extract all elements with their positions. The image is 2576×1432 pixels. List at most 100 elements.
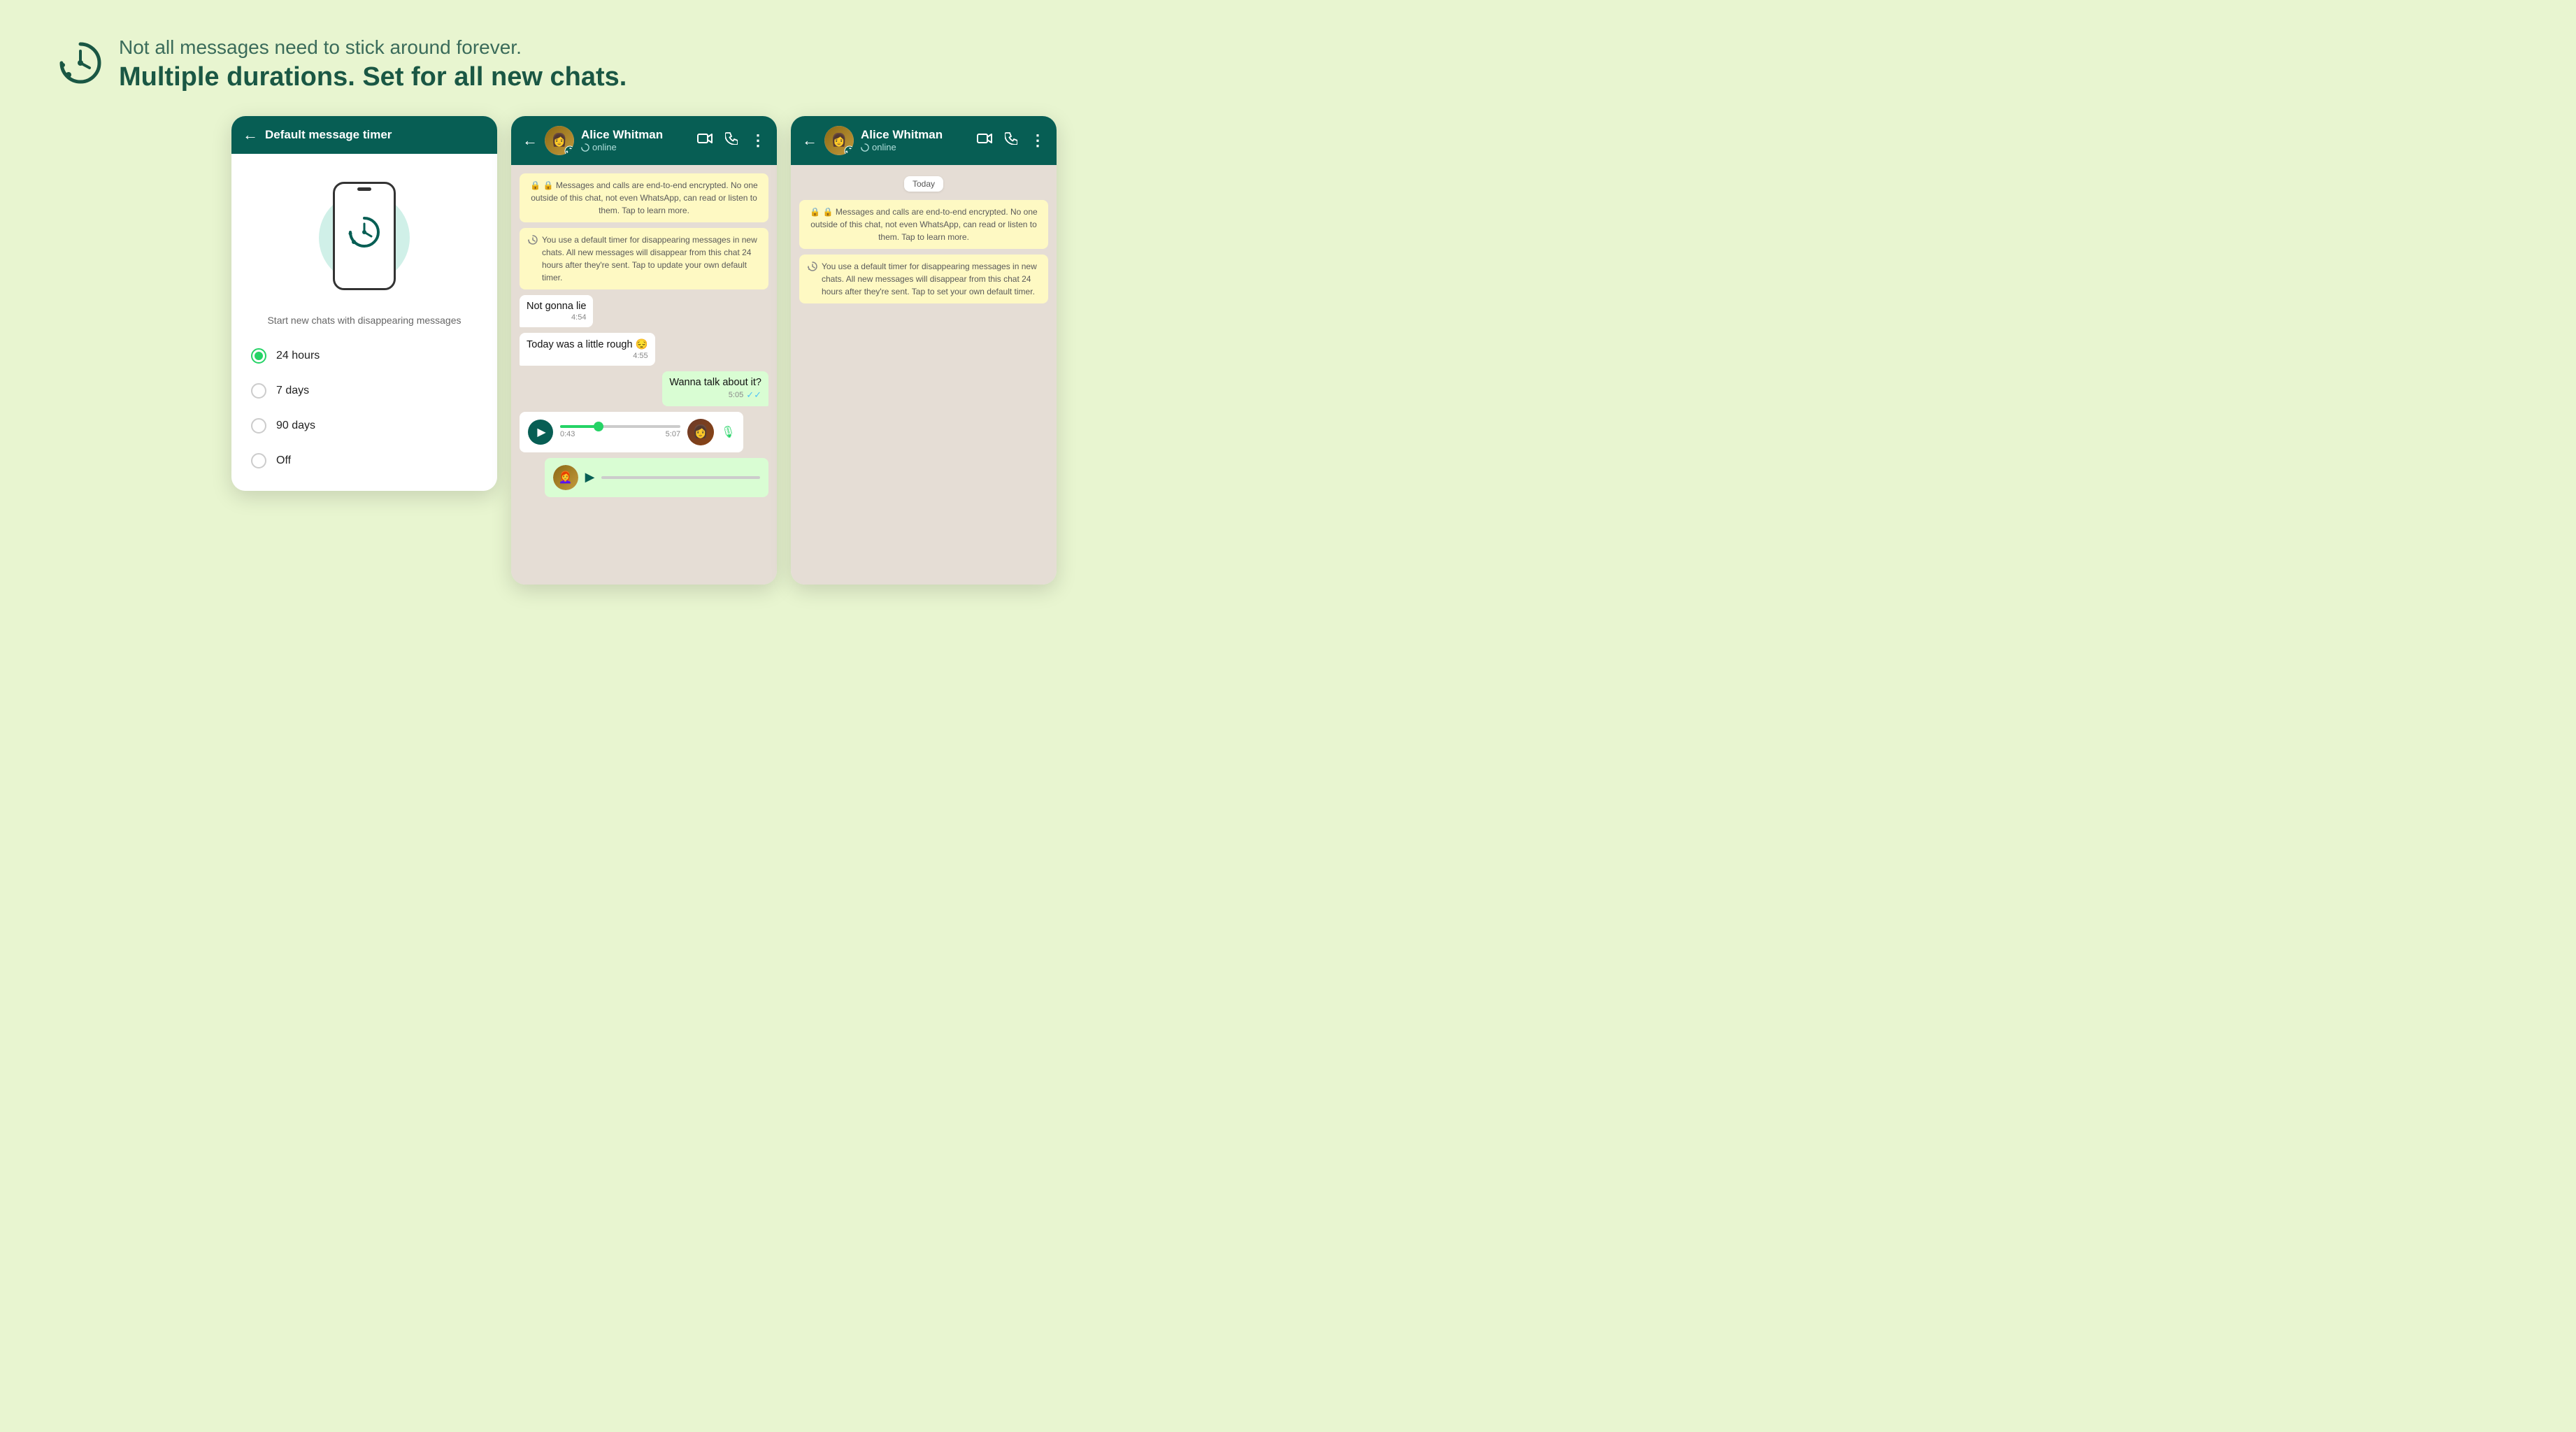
chat2-status-text: online [592, 142, 617, 152]
voice-progress-bar-2[interactable] [601, 476, 760, 479]
radio-24h[interactable] [251, 348, 266, 364]
label-off: Off [276, 454, 291, 467]
phone-notch [357, 187, 371, 191]
play-icon-1: ▶ [537, 425, 545, 439]
chat3-contact-status: online [861, 142, 970, 152]
chat-panel3-header: ← 👩 Alice Whitman on [791, 116, 1057, 165]
msg-today-rough: Today was a little rough 😔 4:55 [520, 333, 768, 366]
video-call-icon-3[interactable] [977, 132, 992, 148]
encrypted-notice-2: 🔒 🔒 Messages and calls are end-to-end en… [520, 173, 768, 222]
timer-notice-text-2: You use a default timer for disappearing… [542, 234, 760, 284]
bubble-time-1: 4:54 [571, 313, 586, 322]
bubble-time-2: 4:55 [633, 352, 647, 360]
chat3-status-text: online [872, 142, 896, 152]
radio-off[interactable] [251, 453, 266, 468]
voice-progress-bar-1[interactable] [560, 425, 680, 428]
chat3-body: Today 🔒 🔒 Messages and calls are end-to-… [791, 165, 1057, 585]
bubble-received-1: Not gonna lie 4:54 [520, 295, 593, 327]
option-off[interactable]: Off [245, 445, 483, 477]
encrypted-notice-3: 🔒 🔒 Messages and calls are end-to-end en… [799, 200, 1048, 249]
timer-notice-text-3: You use a default timer for disappearing… [822, 260, 1040, 298]
bubble-sent-1: Wanna talk about it? 5:05 ✓✓ [662, 371, 768, 406]
chat2-action-icons: ⋮ [697, 131, 766, 150]
radio-inner-24h [255, 352, 263, 360]
option-24h[interactable]: 24 hours [245, 340, 483, 372]
timer-panel-title: Default message timer [265, 128, 392, 142]
bubble-meta-3: 5:05 ✓✓ [669, 389, 761, 401]
header-subtitle: Not all messages need to stick around fo… [119, 35, 627, 60]
alice-voice-avatar-1: 👩 [687, 419, 714, 445]
timer-settings-panel: ← Default message timer [231, 116, 497, 491]
lock-icon-2: 🔒 [530, 180, 541, 190]
voice-message-1: ▶ 0:43 5:07 👩 [520, 412, 743, 452]
timer-notice-2: You use a default timer for disappearing… [520, 228, 768, 289]
lock-icon-3: 🔒 [810, 207, 820, 217]
disappearing-messages-icon [56, 38, 105, 87]
chat3-contact-name: Alice Whitman [861, 128, 970, 142]
voice-msg-row-2: 👩‍🦰 ▶ [520, 458, 768, 497]
option-90days[interactable]: 90 days [245, 410, 483, 442]
phone-frame [333, 182, 396, 290]
chat-panel-active: ← 👩 Alice Whitman [511, 116, 777, 585]
today-label: Today [904, 176, 943, 192]
duration-options: 24 hours 7 days 90 days Off [245, 340, 483, 477]
bubble-received-2: Today was a little rough 😔 4:55 [520, 333, 655, 366]
play-icon-2[interactable]: ▶ [585, 470, 595, 485]
voice-msg-row-1: ▶ 0:43 5:07 👩 [520, 412, 768, 452]
alice-avatar-panel3[interactable]: 👩 [824, 126, 854, 155]
label-24h: 24 hours [276, 350, 320, 362]
more-options-icon[interactable]: ⋮ [750, 131, 766, 150]
phone-screen-icon [348, 215, 381, 256]
bubble-text-2: Today was a little rough 😔 [527, 339, 648, 350]
mic-icon-1: 🎙 [721, 425, 735, 439]
back-button[interactable]: ← [243, 126, 258, 144]
bubble-meta-1: 4:54 [527, 313, 586, 322]
voice-total-1: 5:07 [666, 430, 680, 438]
msg-wanna-talk: Wanna talk about it? 5:05 ✓✓ [520, 371, 768, 406]
more-options-icon-3[interactable]: ⋮ [1030, 131, 1045, 150]
voice-times-1: 0:43 5:07 [560, 430, 680, 438]
bubble-time-3: 5:05 [729, 391, 743, 399]
alice-avatar-voice: 👩 [687, 419, 714, 445]
phone-call-icon[interactable] [725, 132, 738, 149]
voice-message-2: 👩‍🦰 ▶ [545, 458, 768, 497]
msg-not-gonna-lie: Not gonna lie 4:54 [520, 295, 768, 327]
phone-call-icon-3[interactable] [1005, 132, 1017, 149]
option-7days[interactable]: 7 days [245, 375, 483, 407]
label-7days: 7 days [276, 385, 309, 397]
chat2-back-button[interactable]: ← [522, 131, 538, 150]
voice-waveform-1: 0:43 5:07 [560, 425, 680, 438]
today-date-badge: Today [799, 176, 1048, 192]
alice-avatar-panel2[interactable]: 👩 [545, 126, 574, 155]
chat2-contact-name: Alice Whitman [581, 128, 690, 142]
voice-play-button-1[interactable]: ▶ [528, 420, 553, 445]
chat3-action-icons: ⋮ [977, 131, 1045, 150]
timer-notice-3: You use a default timer for disappearing… [799, 255, 1048, 303]
sender-voice-img: 👩‍🦰 [553, 465, 578, 490]
timer-panel-body: Start new chats with disappearing messag… [231, 154, 497, 491]
video-call-icon[interactable] [697, 132, 713, 148]
radio-90days[interactable] [251, 418, 266, 434]
chat3-back-button[interactable]: ← [802, 131, 817, 150]
sender-avatar-voice-2: 👩‍🦰 [553, 465, 578, 490]
radio-7days[interactable] [251, 383, 266, 399]
double-tick-icon: ✓✓ [746, 389, 761, 401]
chat3-contact-info[interactable]: Alice Whitman online [861, 128, 970, 152]
bubble-text-1: Not gonna lie [527, 301, 586, 312]
voice-fill-1 [560, 425, 596, 428]
chat2-body: 🔒 🔒 Messages and calls are end-to-end en… [511, 165, 777, 585]
bubble-meta-2: 4:55 [527, 352, 648, 360]
header-title: Multiple durations. Set for all new chat… [119, 60, 627, 94]
page-header: Not all messages need to stick around fo… [0, 0, 1288, 116]
label-90days: 90 days [276, 420, 315, 432]
panels-container: ← Default message timer [0, 116, 1288, 585]
phone-illustration [315, 175, 413, 301]
timer-panel-header: ← Default message timer [231, 116, 497, 154]
header-text-block: Not all messages need to stick around fo… [119, 35, 627, 95]
chat2-contact-info[interactable]: Alice Whitman online [581, 128, 690, 152]
timer-description: Start new chats with disappearing messag… [267, 315, 461, 326]
voice-current-1: 0:43 [560, 430, 575, 438]
chat-panel-new: ← 👩 Alice Whitman on [791, 116, 1057, 585]
chat2-contact-status: online [581, 142, 690, 152]
chat-panel2-header: ← 👩 Alice Whitman [511, 116, 777, 165]
